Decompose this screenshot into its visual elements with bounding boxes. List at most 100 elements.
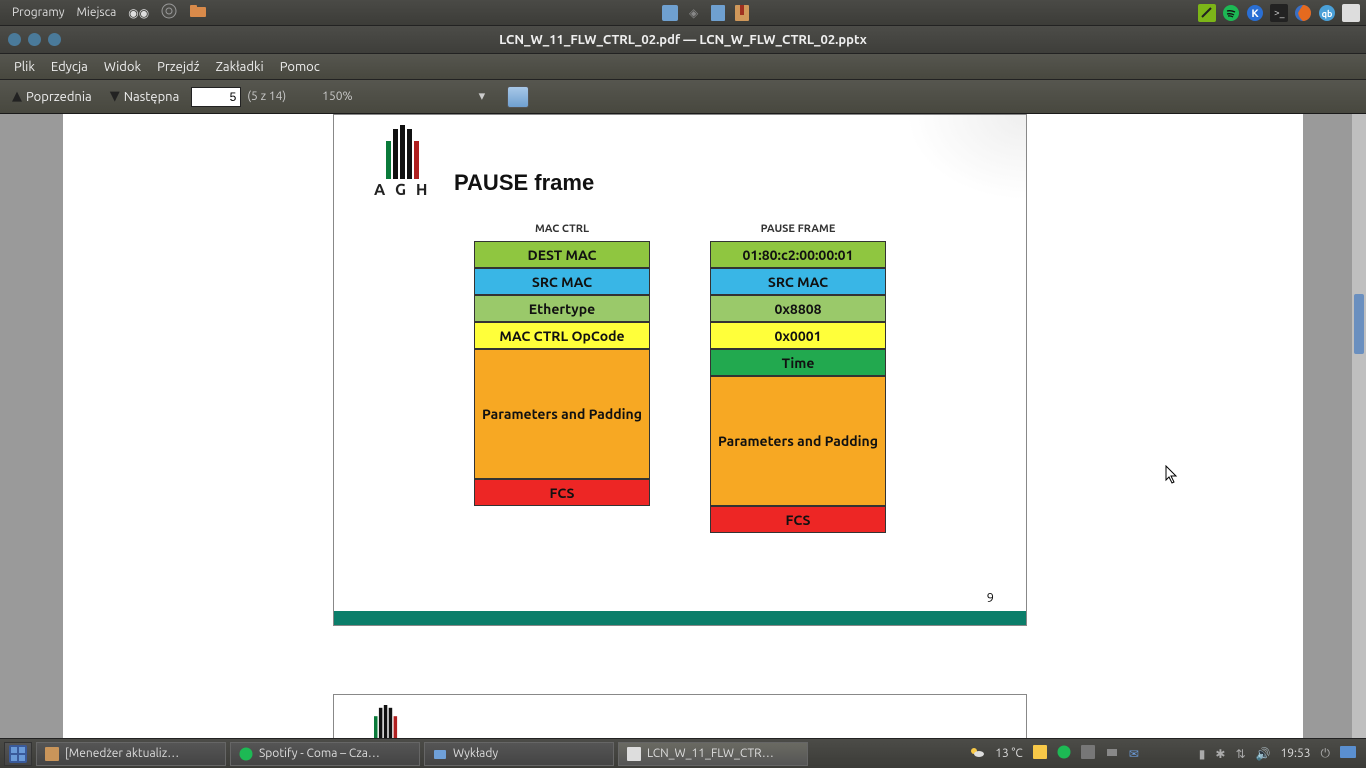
zoom-label[interactable]: 150%	[292, 90, 352, 103]
page-number-input[interactable]	[191, 87, 241, 107]
qb-icon[interactable]: qb	[1318, 4, 1336, 22]
next-page-button[interactable]: ▼ Następna	[104, 89, 186, 104]
volume-icon[interactable]: 🔊	[1256, 747, 1271, 761]
sys-menu-programs[interactable]: Programy	[6, 6, 70, 19]
edit-tray-icon[interactable]	[1081, 745, 1095, 762]
mac-ctrl-title: MAC CTRL	[474, 223, 650, 235]
menu-bookmarks[interactable]: Zakładki	[208, 60, 272, 74]
right-tray: K >_ qb	[1198, 4, 1360, 22]
cell-pause-src: SRC MAC	[710, 268, 886, 295]
network-icon[interactable]: ⇅	[1235, 747, 1245, 761]
center-tray: ◈	[661, 4, 751, 22]
power-icon[interactable]: ⏻	[1321, 747, 1331, 761]
page-canvas: A G H PAUSE frame MAC CTRL DEST MAC SRC …	[63, 114, 1303, 738]
taskbar-item-spotify[interactable]: Spotify - Coma – Cza…	[230, 742, 420, 766]
zoom-dropdown-icon[interactable]: ▾	[359, 89, 502, 104]
vertical-scrollbar[interactable]	[1352, 114, 1366, 738]
clock-label: 19:53	[1280, 747, 1310, 760]
cell-pause-time: Time	[710, 349, 886, 376]
tile-icon[interactable]	[661, 4, 679, 22]
pause-frame-table: PAUSE FRAME 01:80:c2:00:00:01 SRC MAC 0x…	[710, 223, 886, 533]
terminal-icon[interactable]: >_	[1270, 4, 1288, 22]
cell-src-mac: SRC MAC	[474, 268, 650, 295]
page-count-label: (5 z 14)	[247, 90, 286, 103]
menu-view[interactable]: Widok	[96, 60, 149, 74]
folder-small-icon	[433, 747, 447, 761]
app-menubar: Plik Edycja Widok Przejdź Zakładki Pomoc	[0, 54, 1366, 80]
mac-ctrl-table: MAC CTRL DEST MAC SRC MAC Ethertype MAC …	[474, 223, 650, 533]
wifi-icon[interactable]: ◈	[685, 4, 703, 22]
pdf-small-icon	[627, 747, 641, 761]
cell-fcs: FCS	[474, 479, 650, 506]
taskbar-label: LCN_W_11_FLW_CTR…	[647, 747, 774, 760]
chat-tray-icon[interactable]: ✉	[1129, 747, 1139, 761]
spotify-icon[interactable]	[1222, 4, 1240, 22]
cell-ethertype: Ethertype	[474, 295, 650, 322]
cell-pause-op: 0x0001	[710, 322, 886, 349]
cell-params: Parameters and Padding	[474, 349, 650, 479]
cell-opcode: MAC CTRL OpCode	[474, 322, 650, 349]
firefox-icon[interactable]	[1294, 4, 1312, 22]
slide-footer-bar	[334, 611, 1026, 625]
kde-icon[interactable]: K	[1246, 4, 1264, 22]
svg-text:K: K	[1251, 8, 1259, 20]
slide-title: PAUSE frame	[454, 170, 594, 196]
prev-label: Poprzednia	[26, 90, 92, 104]
agh-logo-small	[374, 705, 397, 738]
window-max-button[interactable]	[48, 33, 61, 46]
bookmark-icon[interactable]	[733, 4, 751, 22]
arrow-up-icon: ▲	[12, 89, 22, 104]
cell-pause-type: 0x8808	[710, 295, 886, 322]
svg-text:>_: >_	[1274, 7, 1285, 18]
menu-edit[interactable]: Edycja	[43, 60, 96, 74]
pause-frame-title: PAUSE FRAME	[710, 223, 886, 235]
window-close-button[interactable]	[8, 33, 21, 46]
app-icon[interactable]	[1342, 4, 1360, 22]
spotify-tray-icon[interactable]	[1057, 745, 1071, 762]
taskbar-item-updater[interactable]: [Menedżer aktualiz…	[36, 742, 226, 766]
logo-text: A G H	[374, 181, 431, 199]
note-icon[interactable]	[1033, 745, 1047, 762]
system-panel: Programy Miejsca ◉◉ ◈ K >_ qb	[0, 0, 1366, 26]
menu-file[interactable]: Plik	[6, 60, 43, 74]
sys-ubuntu-icon[interactable]	[155, 3, 183, 22]
scrollbar-thumb[interactable]	[1354, 294, 1364, 354]
taskbar-label: [Menedżer aktualiz…	[65, 747, 179, 760]
taskbar-label: Wykłady	[453, 747, 498, 760]
show-desktop-button[interactable]	[4, 742, 32, 766]
prev-page-button[interactable]: ▲ Poprzednia	[6, 89, 98, 104]
window-title: LCN_W_11_FLW_CTRL_02.pdf — LCN_W_FLW_CTR…	[0, 33, 1366, 47]
updater-icon	[45, 747, 59, 761]
cell-pause-mac: 01:80:c2:00:00:01	[710, 241, 886, 268]
slide-number: 9	[987, 591, 994, 605]
edit-icon[interactable]	[1198, 4, 1216, 22]
system-tray: 13 °C ✉ ▮ ✱ ⇅ 🔊 19:53 ⏻	[963, 744, 1362, 763]
slide-page: A G H PAUSE frame MAC CTRL DEST MAC SRC …	[333, 114, 1027, 626]
sys-menu-places[interactable]: Miejsca	[70, 6, 122, 19]
bluetooth-icon[interactable]: ✱	[1215, 747, 1225, 761]
slide-header: A G H PAUSE frame	[334, 115, 1026, 215]
printer-tray-icon[interactable]	[1105, 745, 1119, 762]
taskbar-label: Spotify - Coma – Cza…	[259, 747, 380, 760]
sys-eyes-icon[interactable]: ◉◉	[122, 6, 155, 20]
sys-folder-icon[interactable]	[183, 3, 213, 22]
next-label: Następna	[124, 90, 180, 104]
agh-logo: A G H	[374, 125, 431, 199]
window-min-button[interactable]	[28, 33, 41, 46]
battery-icon[interactable]: ▮	[1199, 747, 1206, 761]
document-viewport: A G H PAUSE frame MAC CTRL DEST MAC SRC …	[0, 114, 1366, 738]
taskbar-item-folder[interactable]: Wykłady	[424, 742, 614, 766]
menu-help[interactable]: Pomoc	[272, 60, 328, 74]
frame-tables: MAC CTRL DEST MAC SRC MAC Ethertype MAC …	[334, 223, 1026, 533]
svg-text:qb: qb	[1322, 9, 1333, 19]
weather-icon[interactable]	[969, 744, 985, 763]
cell-pause-fcs: FCS	[710, 506, 886, 533]
bottom-taskbar: [Menedżer aktualiz… Spotify - Coma – Cza…	[0, 738, 1366, 768]
temperature-label: 13 °C	[995, 747, 1023, 760]
taskbar-item-pdf[interactable]: LCN_W_11_FLW_CTR…	[618, 742, 808, 766]
menu-go[interactable]: Przejdź	[149, 60, 208, 74]
presentation-button[interactable]	[507, 86, 529, 108]
doc-icon[interactable]	[709, 4, 727, 22]
arrow-down-icon: ▼	[110, 89, 120, 104]
keyboard-icon[interactable]	[1340, 746, 1356, 761]
